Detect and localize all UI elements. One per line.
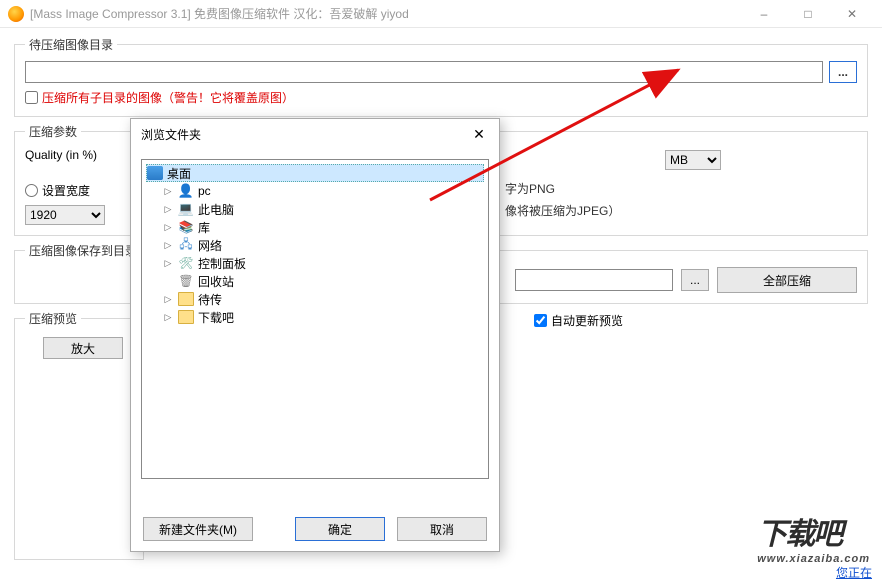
- tree-item-label: 下载吧: [198, 309, 234, 326]
- jpeg-note: 像将被压缩为JPEG）: [505, 202, 620, 219]
- expander-icon[interactable]: ▷: [162, 257, 174, 269]
- auto-update-label: 自动更新预览: [551, 312, 623, 329]
- library-icon: 📚: [178, 220, 194, 234]
- browse-save-button[interactable]: ...: [681, 269, 709, 291]
- cancel-button[interactable]: 取消: [397, 517, 487, 541]
- ok-button[interactable]: 确定: [295, 517, 385, 541]
- pc-icon: 💻: [178, 202, 194, 216]
- size-unit-select[interactable]: MB: [665, 150, 721, 170]
- tree-item-thispc[interactable]: ▷ 💻 此电脑: [162, 200, 484, 218]
- recurse-subdirs-input[interactable]: [25, 91, 38, 104]
- tree-item-folder-pending[interactable]: ▷ 待传: [162, 290, 484, 308]
- zoom-button[interactable]: 放大: [43, 337, 123, 359]
- expander-icon[interactable]: ▷: [162, 203, 174, 215]
- source-dir-legend: 待压缩图像目录: [25, 36, 117, 53]
- titlebar: [Mass Image Compressor 3.1] 免费图像压缩软件 汉化：…: [0, 0, 882, 28]
- png-note: 字为PNG: [505, 180, 555, 197]
- tree-item-recyclebin[interactable]: 🗑 回收站: [178, 272, 484, 290]
- recycle-bin-icon: 🗑: [178, 274, 194, 288]
- app-icon: [8, 6, 24, 22]
- tree-item-label: 回收站: [198, 273, 234, 290]
- compress-all-button[interactable]: 全部压缩: [717, 267, 857, 293]
- expander-icon[interactable]: ▷: [162, 221, 174, 233]
- set-width-radio-input[interactable]: [25, 184, 38, 197]
- expander-icon[interactable]: ▷: [162, 239, 174, 251]
- window-title: [Mass Image Compressor 3.1] 免费图像压缩软件 汉化：…: [30, 5, 742, 22]
- preview-group: 压缩预览 放大: [14, 310, 144, 560]
- watermark-text: 下载吧: [757, 509, 870, 553]
- preview-legend: 压缩预览: [25, 310, 81, 327]
- tree-item-label: 待传: [198, 291, 222, 308]
- status-link[interactable]: 您正在: [836, 564, 872, 581]
- network-icon: 🖧: [178, 238, 194, 252]
- tree-item-label: 控制面板: [198, 255, 246, 272]
- new-folder-button[interactable]: 新建文件夹(M): [143, 517, 253, 541]
- folder-icon: [178, 310, 194, 324]
- tree-item-controlpanel[interactable]: ▷ 🛠 控制面板: [162, 254, 484, 272]
- width-select[interactable]: 1920: [25, 205, 105, 225]
- save-dir-input[interactable]: [515, 269, 673, 291]
- recurse-subdirs-label: 压缩所有子目录的图像（警告！它将覆盖原图）: [42, 89, 294, 106]
- save-dir-legend: 压缩图像保存到目录: [25, 242, 141, 259]
- auto-update-checkbox[interactable]: 自动更新预览: [534, 312, 623, 329]
- tree-item-label: 网络: [198, 237, 222, 254]
- expander-icon[interactable]: ▷: [162, 185, 174, 197]
- control-panel-icon: 🛠: [178, 256, 194, 270]
- auto-update-input[interactable]: [534, 314, 547, 327]
- watermark-logo: 下载吧 www.xiazaiba.com: [757, 509, 870, 565]
- minimize-button[interactable]: –: [742, 0, 786, 28]
- expander-icon[interactable]: ▷: [162, 293, 174, 305]
- close-button[interactable]: ✕: [830, 0, 874, 28]
- tree-item-label: 此电脑: [198, 201, 234, 218]
- quality-label: Quality (in %): [25, 148, 105, 162]
- tree-item-label: 库: [198, 219, 210, 236]
- user-icon: 👤: [178, 184, 194, 198]
- tree-item-folder-download[interactable]: ▷ 下载吧: [162, 308, 484, 326]
- set-width-label: 设置宽度: [42, 182, 90, 199]
- tree-root-desktop[interactable]: 桌面: [146, 164, 484, 182]
- tree-item-network[interactable]: ▷ 🖧 网络: [162, 236, 484, 254]
- browse-folder-dialog: 浏览文件夹 ✕ 桌面 ▷ 👤 pc ▷ 💻 此电脑 ▷ 📚 库: [130, 118, 500, 552]
- params-legend: 压缩参数: [25, 123, 81, 140]
- folder-icon: [178, 292, 194, 306]
- tree-item-user[interactable]: ▷ 👤 pc: [162, 182, 484, 200]
- dialog-close-button[interactable]: ✕: [469, 126, 489, 143]
- browse-source-button[interactable]: ...: [829, 61, 857, 83]
- source-dir-group: 待压缩图像目录 ... 压缩所有子目录的图像（警告！它将覆盖原图）: [14, 36, 868, 117]
- folder-tree[interactable]: 桌面 ▷ 👤 pc ▷ 💻 此电脑 ▷ 📚 库 ▷ 🖧 网络: [141, 159, 489, 479]
- tree-root-label: 桌面: [167, 165, 191, 182]
- expander-icon[interactable]: ▷: [162, 311, 174, 323]
- source-dir-input[interactable]: [25, 61, 823, 83]
- dialog-title: 浏览文件夹: [141, 126, 469, 143]
- tree-item-label: pc: [198, 184, 211, 198]
- set-width-radio[interactable]: 设置宽度: [25, 182, 105, 199]
- recurse-subdirs-checkbox[interactable]: 压缩所有子目录的图像（警告！它将覆盖原图）: [25, 89, 857, 106]
- maximize-button[interactable]: □: [786, 0, 830, 28]
- dialog-titlebar[interactable]: 浏览文件夹 ✕: [131, 119, 499, 149]
- tree-item-libraries[interactable]: ▷ 📚 库: [162, 218, 484, 236]
- desktop-icon: [147, 166, 163, 180]
